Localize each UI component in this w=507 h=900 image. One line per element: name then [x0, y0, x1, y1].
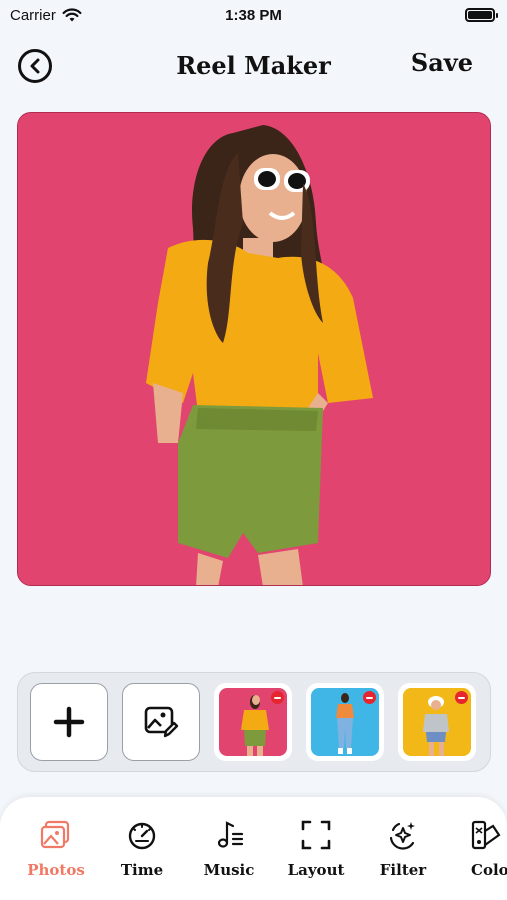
plus-icon — [53, 706, 85, 738]
thumbnail-partial[interactable] — [490, 683, 491, 761]
filter-icon — [389, 822, 415, 850]
remove-thumbnail-button[interactable] — [455, 691, 468, 704]
photo-strip[interactable] — [17, 672, 491, 772]
save-button[interactable]: Save — [411, 48, 473, 77]
tool-label: Music — [203, 861, 255, 879]
tool-time[interactable]: Time — [99, 819, 185, 879]
tool-filter[interactable]: Filter — [360, 819, 446, 879]
preview-photo-woman — [18, 113, 490, 585]
layout-icon — [301, 820, 331, 850]
status-bar: Carrier 1:38 PM — [0, 0, 507, 30]
tool-label: Colo — [471, 861, 507, 879]
image-edit-icon — [144, 706, 179, 738]
tool-label: Photos — [27, 861, 85, 879]
thumbnail-2[interactable] — [306, 683, 384, 761]
tool-music[interactable]: Music — [186, 819, 272, 879]
timer-icon — [128, 822, 156, 850]
status-time: 1:38 PM — [225, 6, 282, 24]
header: Reel Maker Save — [0, 42, 507, 88]
color-icon — [471, 820, 501, 850]
tool-photos[interactable]: Photos — [13, 819, 99, 879]
tool-label: Layout — [287, 861, 345, 879]
tool-color[interactable]: Colo — [445, 819, 507, 879]
tool-label: Filter — [379, 861, 427, 879]
photos-icon — [40, 820, 70, 849]
tool-label: Time — [120, 861, 164, 879]
reel-preview[interactable] — [17, 112, 491, 586]
thumbnail-3[interactable] — [398, 683, 476, 761]
thumbnail-1[interactable] — [214, 683, 292, 761]
edit-photo-button[interactable] — [122, 683, 200, 761]
remove-thumbnail-button[interactable] — [363, 691, 376, 704]
tool-layout[interactable]: Layout — [273, 819, 359, 879]
battery-icon — [465, 8, 498, 22]
music-icon — [217, 821, 244, 848]
remove-thumbnail-button[interactable] — [271, 691, 284, 704]
bottom-toolbar: Photos Time Music Layout Filter Colo — [0, 797, 507, 900]
add-photo-button[interactable] — [30, 683, 108, 761]
